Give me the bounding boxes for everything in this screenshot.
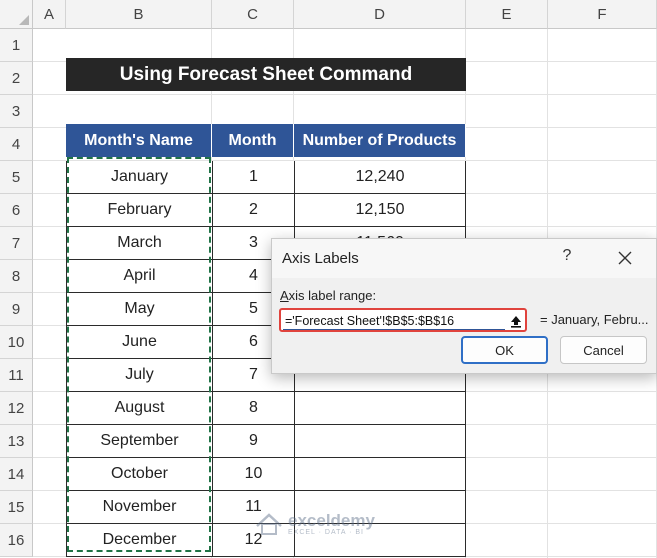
column-header-a[interactable]: A: [33, 0, 66, 29]
row-header-15[interactable]: 15: [0, 491, 33, 524]
column-header-d[interactable]: D: [294, 0, 466, 29]
table-cell[interactable]: January: [66, 161, 212, 194]
row-header-14[interactable]: 14: [0, 458, 33, 491]
ok-button[interactable]: OK: [461, 336, 548, 364]
watermark-tagline: EXCEL · DATA · BI: [288, 528, 364, 536]
table-cell[interactable]: December: [66, 524, 212, 557]
table-cell[interactable]: February: [66, 194, 212, 227]
row-header-2[interactable]: 2: [0, 62, 33, 95]
axis-label-range-label: Axis label range:: [280, 288, 376, 303]
column-header-f[interactable]: F: [548, 0, 657, 29]
row-header-13[interactable]: 13: [0, 425, 33, 458]
sheet-title[interactable]: Using Forecast Sheet Command: [66, 58, 466, 91]
table-cell[interactable]: October: [66, 458, 212, 491]
table-header-cell[interactable]: Month's Name: [66, 124, 212, 157]
gridline-horizontal: [33, 94, 657, 95]
axis-label-range-input[interactable]: [283, 312, 505, 330]
table-cell[interactable]: September: [66, 425, 212, 458]
collapse-arrow-icon: [511, 316, 521, 328]
table-cell[interactable]: March: [66, 227, 212, 260]
table-cell[interactable]: 8: [212, 392, 294, 425]
range-preview: = January, Febru...: [540, 312, 649, 327]
table-cell[interactable]: July: [66, 359, 212, 392]
column-header-e[interactable]: E: [466, 0, 548, 29]
row-header-4[interactable]: 4: [0, 128, 33, 161]
table-cell[interactable]: 2: [212, 194, 294, 227]
table-cell[interactable]: 12,150: [294, 194, 466, 227]
table-cell[interactable]: [294, 458, 466, 491]
row-header-16[interactable]: 16: [0, 524, 33, 557]
table-cell[interactable]: April: [66, 260, 212, 293]
axis-label-range-field: [279, 308, 527, 332]
table-cell[interactable]: 12,240: [294, 161, 466, 194]
table-header-cell[interactable]: Month: [212, 124, 294, 157]
row-header-12[interactable]: 12: [0, 392, 33, 425]
table-cell[interactable]: May: [66, 293, 212, 326]
close-icon: [618, 251, 632, 265]
table-cell[interactable]: November: [66, 491, 212, 524]
close-button[interactable]: [616, 249, 634, 267]
exceldemy-logo-icon: [256, 513, 282, 535]
column-header-c[interactable]: C: [212, 0, 294, 29]
help-button[interactable]: ?: [560, 247, 574, 267]
watermark-name: exceldemy: [288, 510, 375, 530]
table-cell[interactable]: [294, 392, 466, 425]
cancel-button[interactable]: Cancel: [560, 336, 647, 364]
row-header-7[interactable]: 7: [0, 227, 33, 260]
table-cell[interactable]: August: [66, 392, 212, 425]
exceldemy-watermark: exceldemy EXCEL · DATA · BI: [254, 511, 375, 537]
collapse-dialog-button[interactable]: [507, 311, 525, 331]
dialog-title: Axis Labels: [282, 250, 359, 267]
table-cell[interactable]: 10: [212, 458, 294, 491]
select-all-corner[interactable]: [0, 0, 33, 29]
row-header-9[interactable]: 9: [0, 293, 33, 326]
row-header-1[interactable]: 1: [0, 29, 33, 62]
row-header-10[interactable]: 10: [0, 326, 33, 359]
row-header-6[interactable]: 6: [0, 194, 33, 227]
table-cell[interactable]: [294, 425, 466, 458]
row-header-8[interactable]: 8: [0, 260, 33, 293]
table-cell[interactable]: 1: [212, 161, 294, 194]
label-text: xis label range:: [288, 288, 377, 303]
table-cell[interactable]: June: [66, 326, 212, 359]
axis-labels-dialog: Axis Labels ? Axis label range: = Januar…: [271, 238, 657, 374]
dialog-body: Axis label range: = January, Febru... OK…: [272, 278, 656, 373]
label-accelerator: A: [280, 288, 289, 303]
row-header-3[interactable]: 3: [0, 95, 33, 128]
table-header-cell[interactable]: Number of Products: [294, 124, 466, 157]
table-cell[interactable]: 9: [212, 425, 294, 458]
column-header-b[interactable]: B: [66, 0, 212, 29]
row-header-11[interactable]: 11: [0, 359, 33, 392]
row-header-5[interactable]: 5: [0, 161, 33, 194]
